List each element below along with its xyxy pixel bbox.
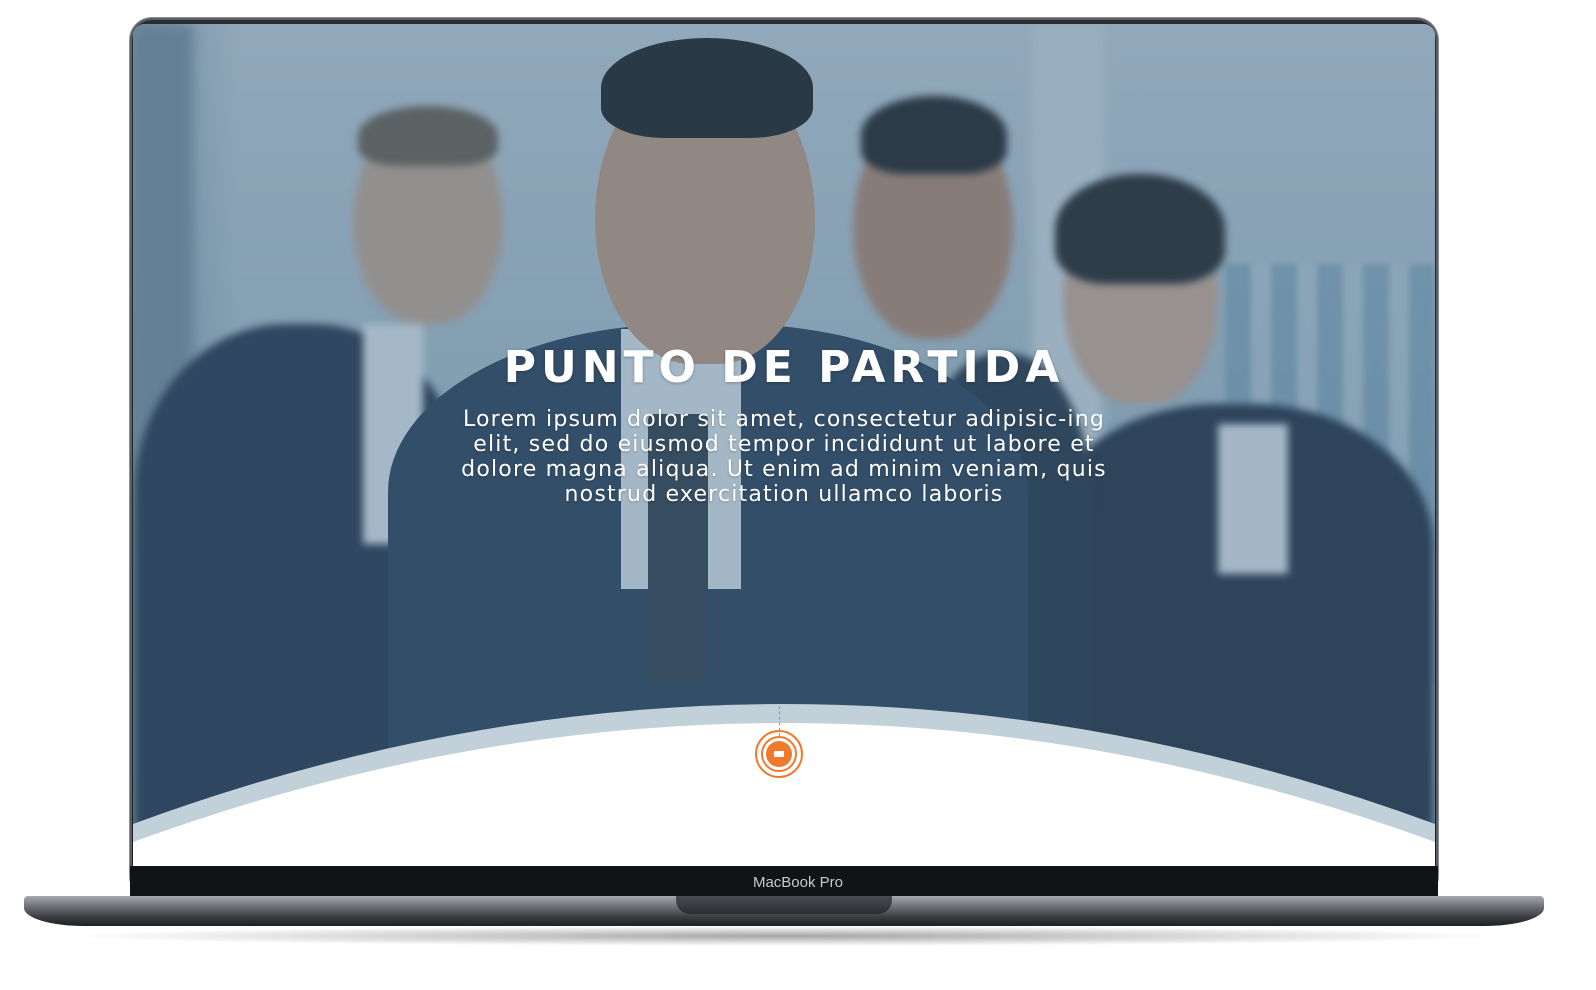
scroll-down-button[interactable] bbox=[755, 730, 803, 778]
laptop-shadow bbox=[60, 926, 1510, 946]
device-brand-label: MacBook Pro bbox=[752, 874, 844, 891]
laptop-notch bbox=[676, 896, 892, 914]
scroll-down-icon bbox=[761, 736, 797, 772]
screen: PUNTO DE PARTIDA Lorem ipsum dolor sit a… bbox=[133, 24, 1435, 866]
